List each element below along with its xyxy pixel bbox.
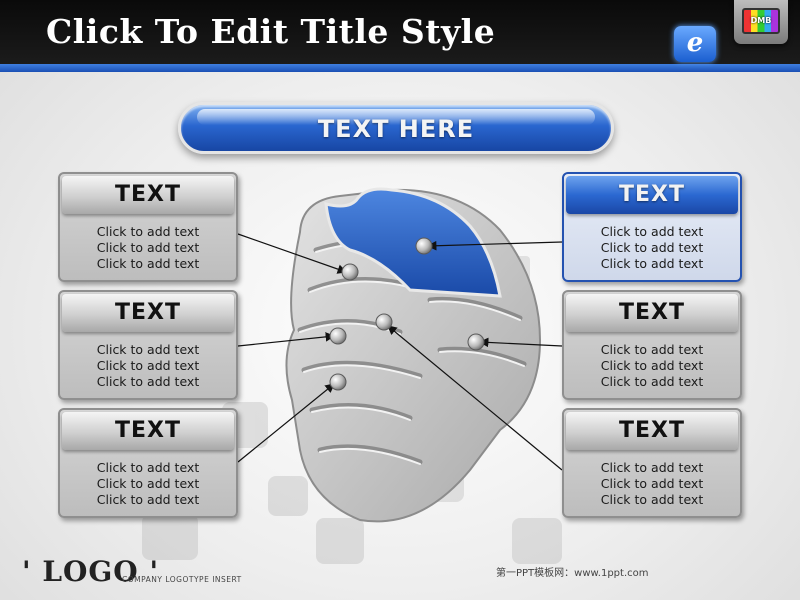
card-line: Click to add text [600,476,704,491]
card-line: Click to add text [96,492,200,507]
card-line: Click to add text [96,476,200,491]
card-line: Click to add text [96,374,200,389]
card-line: Click to add text [600,342,704,357]
card-line: Click to add text [96,460,200,475]
card-line: Click to add text [96,256,200,271]
text-card-right-1-highlighted[interactable]: TEXT Click to add text Click to add text… [562,172,742,282]
card-body: Click to add text Click to add text Clic… [564,460,740,508]
card-line: Click to add text [600,374,704,389]
card-title: TEXT [566,412,738,450]
card-body: Click to add text Click to add text Clic… [60,224,236,272]
card-line: Click to add text [600,358,704,373]
card-title: TEXT [62,176,234,214]
text-card-right-2[interactable]: TEXT Click to add text Click to add text… [562,290,742,400]
card-body: Click to add text Click to add text Clic… [564,224,740,272]
text-card-left-3[interactable]: TEXT Click to add text Click to add text… [58,408,238,518]
connector-lines [237,233,563,471]
header-stripe [0,64,800,72]
card-title: TEXT [566,176,738,214]
card-line: Click to add text [600,492,704,507]
card-line: Click to add text [96,224,200,239]
ie-icon: e [674,26,716,62]
card-title: TEXT [62,412,234,450]
knob-dots [329,237,485,391]
logo-tagline: COMPANY LOGOTYPE INSERT [122,575,242,584]
card-title: TEXT [62,294,234,332]
banner-text: TEXT HERE [317,115,475,143]
tv-icon: DMB [734,0,788,44]
head-silhouette [285,187,542,523]
text-card-left-1[interactable]: TEXT Click to add text Click to add text… [58,172,238,282]
site-credit: 第一PPT模板网：www.1ppt.com [496,568,649,579]
card-line: Click to add text [600,256,704,271]
card-line: Click to add text [96,342,200,357]
card-body: Click to add text Click to add text Clic… [60,460,236,508]
card-line: Click to add text [96,358,200,373]
card-title: TEXT [566,294,738,332]
text-card-left-2[interactable]: TEXT Click to add text Click to add text… [58,290,238,400]
card-body: Click to add text Click to add text Clic… [564,342,740,390]
card-line: Click to add text [600,460,704,475]
card-line: Click to add text [600,224,704,239]
card-body: Click to add text Click to add text Clic… [60,342,236,390]
card-line: Click to add text [600,240,704,255]
tv-screen-label: DMB [742,8,780,34]
card-line: Click to add text [96,240,200,255]
banner-button[interactable]: TEXT HERE [178,102,614,154]
page-title[interactable]: Click To Edit Title Style [46,12,495,51]
text-card-right-3[interactable]: TEXT Click to add text Click to add text… [562,408,742,518]
